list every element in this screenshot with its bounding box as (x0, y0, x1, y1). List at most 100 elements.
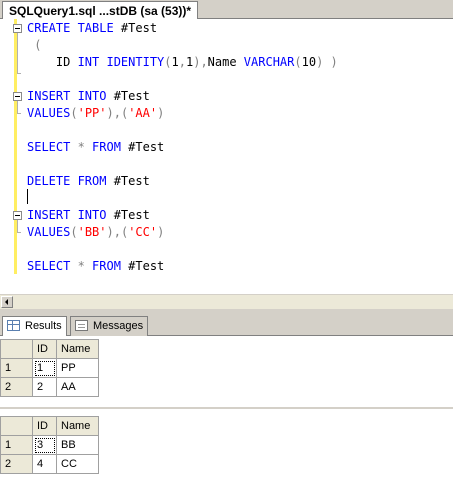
grid-separator[interactable] (0, 407, 453, 409)
code-token: FROM (92, 140, 129, 154)
document-tab-strip: SQLQuery1.sql ...stDB (sa (53))* (0, 0, 453, 20)
code-token: #Test (113, 208, 150, 222)
code-token: , (178, 55, 186, 69)
result-grid-1[interactable]: ID Name 1 1 PP 2 2 AA (0, 339, 99, 397)
code-token: INSERT INTO (27, 89, 114, 103)
table-row[interactable]: 1 3 BB (0, 435, 99, 455)
code-token: VALUES (27, 106, 71, 120)
code-token: #Test (120, 21, 158, 35)
code-token: #Test (128, 259, 165, 273)
code-token: SELECT (27, 140, 78, 154)
code-token: ( (70, 106, 78, 120)
code-token: VARCHAR (243, 55, 295, 69)
column-header-name[interactable]: Name (56, 416, 99, 436)
code-token: SELECT (27, 259, 78, 273)
code-line[interactable]: INSERT INTO #Test (27, 207, 150, 224)
code-line[interactable]: CREATE TABLE #Test (27, 20, 157, 37)
column-header-id[interactable]: ID (32, 339, 57, 359)
code-token: * (77, 140, 93, 154)
collapse-icon[interactable] (13, 92, 22, 101)
table-row[interactable]: 2 2 AA (0, 377, 99, 397)
row-header[interactable]: 1 (0, 435, 33, 455)
code-line[interactable]: VALUES('PP'),('AA') (27, 105, 164, 122)
tab-messages-label: Messages (93, 320, 144, 332)
cell-id[interactable]: 2 (32, 377, 57, 397)
code-line[interactable]: SELECT * FROM #Test (27, 139, 164, 156)
column-header-id[interactable]: ID (32, 416, 57, 436)
tab-results[interactable]: Results (2, 316, 67, 337)
code-token: #Test (113, 174, 150, 188)
code-token: ( (294, 55, 302, 69)
code-line[interactable]: VALUES('BB'),('CC') (27, 224, 164, 241)
collapse-icon[interactable] (13, 211, 22, 220)
outline-end (17, 232, 21, 233)
code-token: VALUES (27, 225, 71, 239)
cell-id[interactable]: 4 (32, 454, 57, 474)
column-header-name[interactable]: Name (56, 339, 99, 359)
collapse-icon[interactable] (13, 24, 22, 33)
row-header[interactable]: 2 (0, 377, 33, 397)
cell-name[interactable]: AA (56, 377, 99, 397)
results-pane: ID Name 1 1 PP 2 2 AA ID Name 1 3 BB 2 4… (0, 336, 453, 482)
code-token: 1 (171, 55, 179, 69)
cell-name[interactable]: CC (56, 454, 99, 474)
code-token: DELETE FROM (27, 174, 114, 188)
result-grid-2[interactable]: ID Name 1 3 BB 2 4 CC (0, 416, 99, 474)
results-tab-strip: Results Messages (0, 315, 453, 337)
change-bar (14, 87, 17, 274)
cell-id[interactable]: 1 (32, 358, 57, 378)
code-token: 'PP' (77, 106, 107, 120)
tab-results-label: Results (25, 320, 62, 332)
code-token: ),( (106, 225, 129, 239)
code-token: ), (193, 55, 208, 69)
table-row[interactable]: 1 1 PP (0, 358, 99, 378)
query-editor[interactable]: CREATE TABLE #Test ( ID INT IDENTITY(1,1… (0, 19, 453, 294)
code-line[interactable]: SELECT * FROM #Test (27, 258, 164, 275)
code-token: Name (207, 55, 244, 69)
outline-end (17, 113, 21, 114)
cell-name[interactable]: PP (56, 358, 99, 378)
code-line[interactable]: ID INT IDENTITY(1,1),Name VARCHAR(10) ) (27, 54, 338, 71)
grid-corner[interactable] (0, 416, 33, 436)
code-token: 'CC' (128, 225, 158, 239)
code-token: FROM (92, 259, 129, 273)
table-row[interactable]: 2 4 CC (0, 454, 99, 474)
code-token: 'BB' (77, 225, 107, 239)
grid-header-row: ID Name (0, 339, 99, 359)
outline-line (17, 33, 18, 73)
outline-line (17, 220, 18, 232)
code-token: ),( (106, 106, 129, 120)
row-header[interactable]: 2 (0, 454, 33, 474)
code-line[interactable]: ( (27, 37, 41, 54)
outline-end (17, 73, 21, 74)
code-token: #Test (113, 89, 150, 103)
code-line[interactable]: INSERT INTO #Test (27, 88, 150, 105)
messages-icon (75, 320, 88, 331)
code-token: 'AA' (128, 106, 158, 120)
code-token: ) (157, 225, 165, 239)
code-token: #Test (128, 140, 165, 154)
scroll-left-arrow-icon[interactable] (1, 296, 13, 308)
code-token: CREATE TABLE (27, 21, 121, 35)
code-token: 10 (301, 55, 317, 69)
grid-icon (7, 320, 20, 331)
horizontal-scrollbar[interactable] (0, 294, 453, 309)
code-token: * (77, 259, 93, 273)
code-line[interactable]: DELETE FROM #Test (27, 173, 150, 190)
row-header[interactable]: 1 (0, 358, 33, 378)
document-tab[interactable]: SQLQuery1.sql ...stDB (sa (53))* (2, 1, 199, 20)
code-token: INT IDENTITY (77, 55, 165, 69)
code-token: ( (164, 55, 172, 69)
grid-header-row: ID Name (0, 416, 99, 436)
cell-id[interactable]: 3 (32, 435, 57, 455)
code-token: INSERT INTO (27, 208, 114, 222)
grid-corner[interactable] (0, 339, 33, 359)
code-token: ) (157, 106, 165, 120)
outline-line (17, 101, 18, 113)
cell-name[interactable]: BB (56, 435, 99, 455)
code-token: ( (27, 38, 42, 52)
tab-messages[interactable]: Messages (70, 316, 149, 336)
code-token: ( (70, 225, 78, 239)
code-token: ) ) (316, 55, 338, 69)
text-caret (27, 189, 28, 204)
